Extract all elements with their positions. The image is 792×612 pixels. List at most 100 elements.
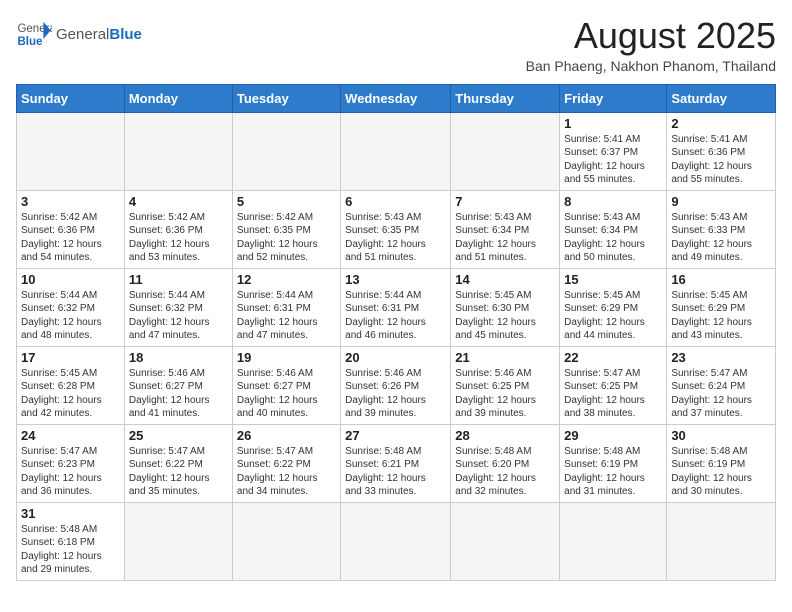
day-number: 6 (345, 194, 446, 209)
logo-icon: General Blue (16, 16, 52, 52)
calendar-day-cell (17, 112, 125, 190)
day-info: Sunrise: 5:46 AM Sunset: 6:27 PM Dayligh… (237, 367, 336, 421)
day-info: Sunrise: 5:44 AM Sunset: 6:32 PM Dayligh… (21, 289, 120, 343)
logo: General Blue GeneralBlue (16, 16, 142, 52)
day-info: Sunrise: 5:48 AM Sunset: 6:21 PM Dayligh… (345, 445, 446, 499)
weekday-header: Monday (124, 84, 232, 112)
calendar-day-cell: 25 Sunrise: 5:47 AM Sunset: 6:22 PM Dayli… (124, 424, 232, 502)
calendar-day-cell: 12Sunrise: 5:44 AM Sunset: 6:31 PM Dayli… (232, 268, 340, 346)
day-info: Sunrise: 5:48 AM Sunset: 6:19 PM Dayligh… (671, 445, 771, 499)
calendar-day-cell: 4 Sunrise: 5:42 AM Sunset: 6:36 PM Daylig… (124, 190, 232, 268)
day-number: 14 (455, 272, 555, 287)
day-info: Sunrise: 5:48 AM Sunset: 6:20 PM Dayligh… (455, 445, 555, 499)
calendar-day-cell: 1 Sunrise: 5:41 AM Sunset: 6:37 PM Daylig… (560, 112, 667, 190)
calendar-day-cell (667, 502, 776, 580)
calendar-day-cell: 19 Sunrise: 5:46 AM Sunset: 6:27 PM Dayli… (232, 346, 340, 424)
calendar-day-cell: 18Sunrise: 5:46 AM Sunset: 6:27 PM Dayli… (124, 346, 232, 424)
day-info: Sunrise: 5:45 AM Sunset: 6:29 PM Dayligh… (671, 289, 771, 343)
day-info: Sunrise: 5:46 AM Sunset: 6:26 PM Dayligh… (345, 367, 446, 421)
calendar-day-cell (124, 112, 232, 190)
day-number: 4 (129, 194, 228, 209)
calendar-day-cell: 6 Sunrise: 5:43 AM Sunset: 6:35 PM Daylig… (341, 190, 451, 268)
day-info: Sunrise: 5:42 AM Sunset: 6:36 PM Dayligh… (129, 211, 228, 265)
day-number: 25 (129, 428, 228, 443)
calendar-day-cell: 31 Sunrise: 5:48 AM Sunset: 6:18 PM Dayli… (17, 502, 125, 580)
day-info: Sunrise: 5:47 AM Sunset: 6:24 PM Dayligh… (671, 367, 771, 421)
day-info: Sunrise: 5:46 AM Sunset: 6:25 PM Dayligh… (455, 367, 555, 421)
weekday-header: Tuesday (232, 84, 340, 112)
calendar-week-row: 3 Sunrise: 5:42 AM Sunset: 6:36 PM Daylig… (17, 190, 776, 268)
day-info: Sunrise: 5:43 AM Sunset: 6:34 PM Dayligh… (455, 211, 555, 265)
day-number: 26 (237, 428, 336, 443)
day-info: Sunrise: 5:42 AM Sunset: 6:36 PM Dayligh… (21, 211, 120, 265)
day-info: Sunrise: 5:45 AM Sunset: 6:28 PM Dayligh… (21, 367, 120, 421)
day-number: 31 (21, 506, 120, 521)
month-title: August 2025 (526, 16, 776, 56)
title-area: August 2025 Ban Phaeng, Nakhon Phanom, T… (526, 16, 776, 74)
day-number: 9 (671, 194, 771, 209)
calendar-day-cell: 8Sunrise: 5:43 AM Sunset: 6:34 PM Daylig… (560, 190, 667, 268)
calendar-week-row: 1 Sunrise: 5:41 AM Sunset: 6:37 PM Daylig… (17, 112, 776, 190)
calendar-day-cell: 17 Sunrise: 5:45 AM Sunset: 6:28 PM Dayli… (17, 346, 125, 424)
day-info: Sunrise: 5:43 AM Sunset: 6:35 PM Dayligh… (345, 211, 446, 265)
day-number: 3 (21, 194, 120, 209)
calendar-week-row: 10 Sunrise: 5:44 AM Sunset: 6:32 PM Dayli… (17, 268, 776, 346)
day-number: 12 (237, 272, 336, 287)
day-info: Sunrise: 5:47 AM Sunset: 6:22 PM Dayligh… (237, 445, 336, 499)
calendar-day-cell: 3 Sunrise: 5:42 AM Sunset: 6:36 PM Daylig… (17, 190, 125, 268)
calendar-day-cell: 26 Sunrise: 5:47 AM Sunset: 6:22 PM Dayli… (232, 424, 340, 502)
calendar-day-cell: 30 Sunrise: 5:48 AM Sunset: 6:19 PM Dayli… (667, 424, 776, 502)
page-header: General Blue GeneralBlue August 2025 Ban… (16, 16, 776, 74)
day-number: 8 (564, 194, 662, 209)
calendar-day-cell: 27Sunrise: 5:48 AM Sunset: 6:21 PM Dayli… (341, 424, 451, 502)
calendar-day-cell: 21 Sunrise: 5:46 AM Sunset: 6:25 PM Dayli… (451, 346, 560, 424)
day-info: Sunrise: 5:47 AM Sunset: 6:22 PM Dayligh… (129, 445, 228, 499)
calendar-day-cell: 14 Sunrise: 5:45 AM Sunset: 6:30 PM Dayli… (451, 268, 560, 346)
weekday-header: Friday (560, 84, 667, 112)
calendar-table: SundayMondayTuesdayWednesdayThursdayFrid… (16, 84, 776, 581)
calendar-day-cell: 15Sunrise: 5:45 AM Sunset: 6:29 PM Dayli… (560, 268, 667, 346)
weekday-header: Thursday (451, 84, 560, 112)
calendar-day-cell: 24 Sunrise: 5:47 AM Sunset: 6:23 PM Dayli… (17, 424, 125, 502)
day-info: Sunrise: 5:47 AM Sunset: 6:23 PM Dayligh… (21, 445, 120, 499)
day-number: 10 (21, 272, 120, 287)
calendar-day-cell (124, 502, 232, 580)
day-number: 20 (345, 350, 446, 365)
calendar-day-cell: 11Sunrise: 5:44 AM Sunset: 6:32 PM Dayli… (124, 268, 232, 346)
day-number: 1 (564, 116, 662, 131)
calendar-day-cell (451, 112, 560, 190)
weekday-header: Saturday (667, 84, 776, 112)
day-info: Sunrise: 5:41 AM Sunset: 6:36 PM Dayligh… (671, 133, 771, 187)
day-number: 17 (21, 350, 120, 365)
day-number: 19 (237, 350, 336, 365)
calendar-day-cell: 9 Sunrise: 5:43 AM Sunset: 6:33 PM Daylig… (667, 190, 776, 268)
day-info: Sunrise: 5:43 AM Sunset: 6:33 PM Dayligh… (671, 211, 771, 265)
day-number: 21 (455, 350, 555, 365)
day-info: Sunrise: 5:42 AM Sunset: 6:35 PM Dayligh… (237, 211, 336, 265)
calendar-day-cell: 5Sunrise: 5:42 AM Sunset: 6:35 PM Daylig… (232, 190, 340, 268)
day-number: 2 (671, 116, 771, 131)
calendar-week-row: 17 Sunrise: 5:45 AM Sunset: 6:28 PM Dayli… (17, 346, 776, 424)
day-number: 13 (345, 272, 446, 287)
calendar-day-cell (560, 502, 667, 580)
day-info: Sunrise: 5:48 AM Sunset: 6:18 PM Dayligh… (21, 523, 120, 577)
calendar-day-cell: 2 Sunrise: 5:41 AM Sunset: 6:36 PM Daylig… (667, 112, 776, 190)
day-number: 30 (671, 428, 771, 443)
day-number: 24 (21, 428, 120, 443)
day-number: 22 (564, 350, 662, 365)
day-number: 29 (564, 428, 662, 443)
calendar-day-cell (451, 502, 560, 580)
day-info: Sunrise: 5:41 AM Sunset: 6:37 PM Dayligh… (564, 133, 662, 187)
day-number: 28 (455, 428, 555, 443)
day-info: Sunrise: 5:47 AM Sunset: 6:25 PM Dayligh… (564, 367, 662, 421)
calendar-header-row: SundayMondayTuesdayWednesdayThursdayFrid… (17, 84, 776, 112)
calendar-day-cell: 22 Sunrise: 5:47 AM Sunset: 6:25 PM Dayli… (560, 346, 667, 424)
svg-text:Blue: Blue (17, 36, 43, 48)
day-number: 16 (671, 272, 771, 287)
day-info: Sunrise: 5:45 AM Sunset: 6:30 PM Dayligh… (455, 289, 555, 343)
day-info: Sunrise: 5:45 AM Sunset: 6:29 PM Dayligh… (564, 289, 662, 343)
calendar-day-cell: 23Sunrise: 5:47 AM Sunset: 6:24 PM Dayli… (667, 346, 776, 424)
calendar-day-cell (232, 502, 340, 580)
calendar-day-cell: 7Sunrise: 5:43 AM Sunset: 6:34 PM Daylig… (451, 190, 560, 268)
day-info: Sunrise: 5:44 AM Sunset: 6:32 PM Dayligh… (129, 289, 228, 343)
